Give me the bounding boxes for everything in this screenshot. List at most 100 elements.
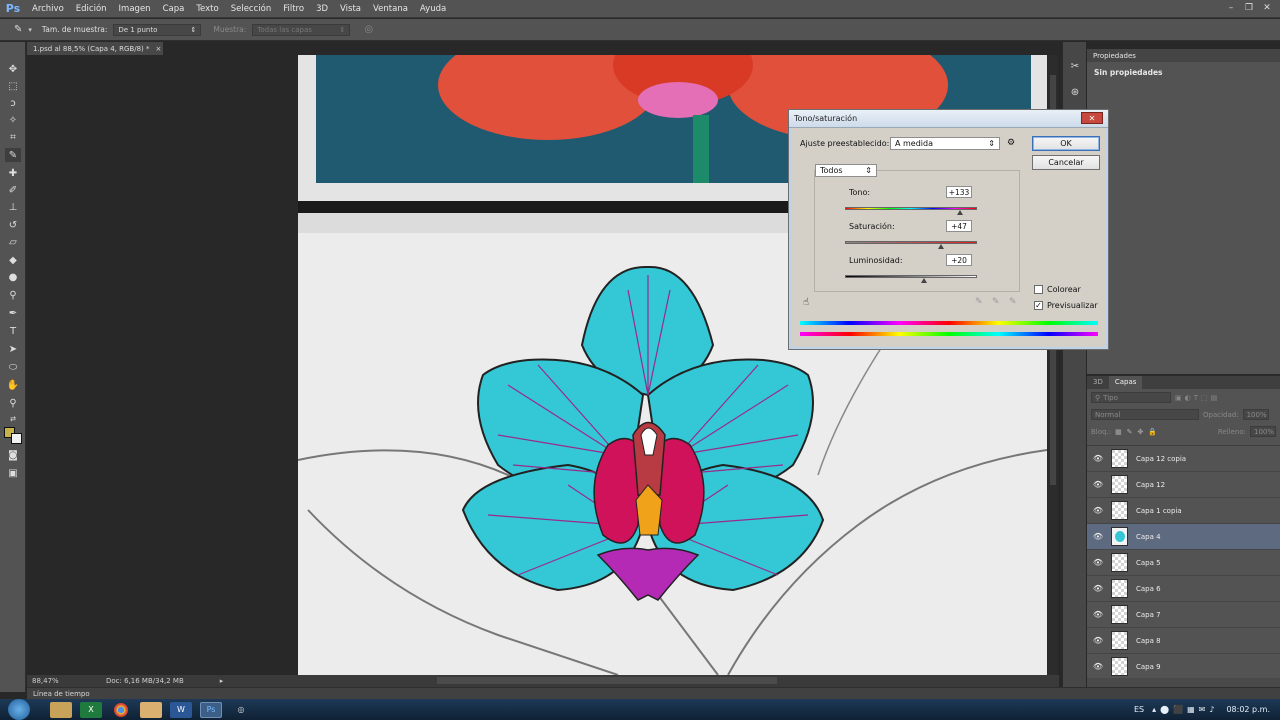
tab-layers[interactable]: Capas [1108,376,1143,389]
cancel-button[interactable]: Cancelar [1032,155,1100,170]
visibility-eye-icon[interactable]: 👁 [1087,480,1109,489]
hue-slider-knob[interactable] [956,210,963,215]
word-icon[interactable]: W [170,701,192,718]
targeted-adjustment-hand-icon[interactable]: ☝ [803,297,809,308]
saturation-slider-knob[interactable] [938,244,945,249]
dodge-tool-icon[interactable]: ⚲ [5,288,21,302]
lightness-slider-knob[interactable] [921,278,928,283]
filter-icons[interactable]: ▣◐T⬚▤ [1175,394,1220,402]
tool-preset-chevron-icon[interactable]: ▾ [28,26,32,34]
minimize-button[interactable]: – [1224,2,1238,14]
layer-filter-select[interactable]: ⚲ Tipo [1091,392,1171,403]
document-tab[interactable]: 1.psd al 88,5% (Capa 4, RGB/8) * × [27,42,163,55]
eyedropper-icon[interactable]: ✎ [975,297,983,307]
fill-input[interactable]: 100% [1250,426,1276,437]
preview-checkbox[interactable]: ✓ [1034,301,1043,310]
layer-row[interactable]: 👁 Capa 1 copia [1087,498,1280,524]
visibility-eye-icon[interactable]: 👁 [1087,506,1109,515]
menu-vista[interactable]: Vista [334,0,367,18]
visibility-eye-icon[interactable]: 👁 [1087,558,1109,567]
close-button[interactable]: ✕ [1260,2,1274,14]
status-menu-arrow-icon[interactable]: ▸ [220,677,224,685]
type-tool-icon[interactable]: T [5,324,21,338]
menu-filtro[interactable]: Filtro [277,0,310,18]
background-color-swatch[interactable] [11,433,22,444]
photoshop-icon[interactable]: Ps [200,701,222,718]
excel-icon[interactable]: X [80,701,102,718]
layer-row[interactable]: 👁 Capa 9 [1087,654,1280,680]
marquee-tool-icon[interactable]: ⬚ [5,79,21,93]
add-eyedropper-icon[interactable]: ✎ [992,297,1000,307]
restore-button[interactable]: ❐ [1242,2,1256,14]
tab-3d[interactable]: 3D [1087,376,1109,389]
ok-button[interactable]: OK [1032,136,1100,151]
move-tool-icon[interactable]: ✥ [5,62,21,76]
lasso-tool-icon[interactable]: ↄ [5,96,21,110]
eyedropper-tool-icon[interactable]: ✎ [5,148,21,162]
sample-size-select[interactable]: De 1 punto ⇕ [113,23,202,36]
blur-tool-icon[interactable]: ● [5,270,21,284]
chrome-icon[interactable] [114,702,128,717]
tools-panel-icon[interactable]: ✂ [1067,58,1083,74]
sample-select[interactable]: Todas las capas ⇕ [252,23,351,36]
eyedropper-tool-icon[interactable]: ✎ [14,24,22,35]
preset-select[interactable]: A medida ⇕ [890,137,1000,150]
explorer-icon[interactable] [140,701,162,718]
saturation-input[interactable]: +47 [946,220,972,232]
quick-select-tool-icon[interactable]: ✧ [5,113,21,127]
layer-row[interactable]: 👁 Capa 12 [1087,472,1280,498]
menu-ayuda[interactable]: Ayuda [414,0,452,18]
opacity-input[interactable]: 100% [1242,409,1269,420]
dialog-title-bar[interactable]: Tono/saturación [789,110,1108,128]
tray-icons[interactable]: ▴⬤⬛▦✉♪ [1152,705,1218,714]
visibility-eye-icon[interactable]: 👁 [1087,532,1109,541]
visibility-eye-icon[interactable]: 👁 [1087,662,1109,671]
menu-texto[interactable]: Texto [190,0,224,18]
colorize-checkbox[interactable] [1034,285,1043,294]
visibility-eye-icon[interactable]: 👁 [1087,584,1109,593]
layer-row[interactable]: 👁 Capa 7 [1087,602,1280,628]
menu-edicion[interactable]: Edición [70,0,113,18]
media-icon[interactable]: ◎ [230,702,252,718]
ellipse-tool-icon[interactable]: ⬭ [5,360,21,374]
menu-3d[interactable]: 3D [310,0,334,18]
paint-bucket-tool-icon[interactable]: ◆ [5,253,21,267]
crop-tool-icon[interactable]: ⌗ [5,130,21,144]
hue-input[interactable]: +133 [946,186,972,198]
adjustments-panel-icon[interactable]: ⊛ [1067,84,1083,100]
clock[interactable]: 08:02 p.m. [1226,705,1270,714]
channel-select[interactable]: Todos ⇕ [815,164,877,177]
zoom-level[interactable]: 88,47% [32,677,92,685]
subtract-eyedropper-icon[interactable]: ✎ [1009,297,1017,307]
visibility-eye-icon[interactable]: 👁 [1087,610,1109,619]
visibility-eye-icon[interactable]: 👁 [1087,454,1109,463]
language-indicator[interactable]: ES [1134,705,1144,714]
path-selection-tool-icon[interactable]: ➤ [5,342,21,356]
hand-tool-icon[interactable]: ✋ [5,378,21,392]
lock-icons[interactable]: ▦✎✥🔒 [1115,428,1162,436]
clone-stamp-tool-icon[interactable]: ⊥ [5,200,21,214]
horizontal-scroll-thumb[interactable] [437,677,777,684]
dialog-close-button[interactable]: ✕ [1081,112,1103,124]
lightness-input[interactable]: +20 [946,254,972,266]
eraser-tool-icon[interactable]: ▱ [5,235,21,249]
layer-row[interactable]: 👁 Capa 4 [1087,524,1280,550]
pen-tool-icon[interactable]: ✒ [5,306,21,320]
quick-mask-icon[interactable]: ◙ [5,448,21,462]
menu-capa[interactable]: Capa [157,0,191,18]
swap-colors-icon[interactable]: ⇄ [5,412,21,426]
layer-row[interactable]: 👁 Capa 8 [1087,628,1280,654]
close-tab-icon[interactable]: × [156,45,162,53]
blend-mode-select[interactable]: Normal [1091,409,1199,420]
timeline-panel-bar[interactable]: Línea de tiempo [27,687,1280,699]
sample-ring-icon[interactable]: ◎ [364,24,373,35]
visibility-eye-icon[interactable]: 👁 [1087,636,1109,645]
brush-tool-icon[interactable]: ✐ [5,183,21,197]
layer-row[interactable]: 👁 Capa 12 copia [1087,446,1280,472]
menu-seleccion[interactable]: Selección [225,0,278,18]
zoom-tool-icon[interactable]: ⚲ [5,396,21,410]
menu-imagen[interactable]: Imagen [113,0,157,18]
lightness-slider[interactable] [845,275,977,278]
screen-mode-icon[interactable]: ▣ [5,466,21,480]
preset-options-gear-icon[interactable]: ⚙ [1007,138,1015,148]
